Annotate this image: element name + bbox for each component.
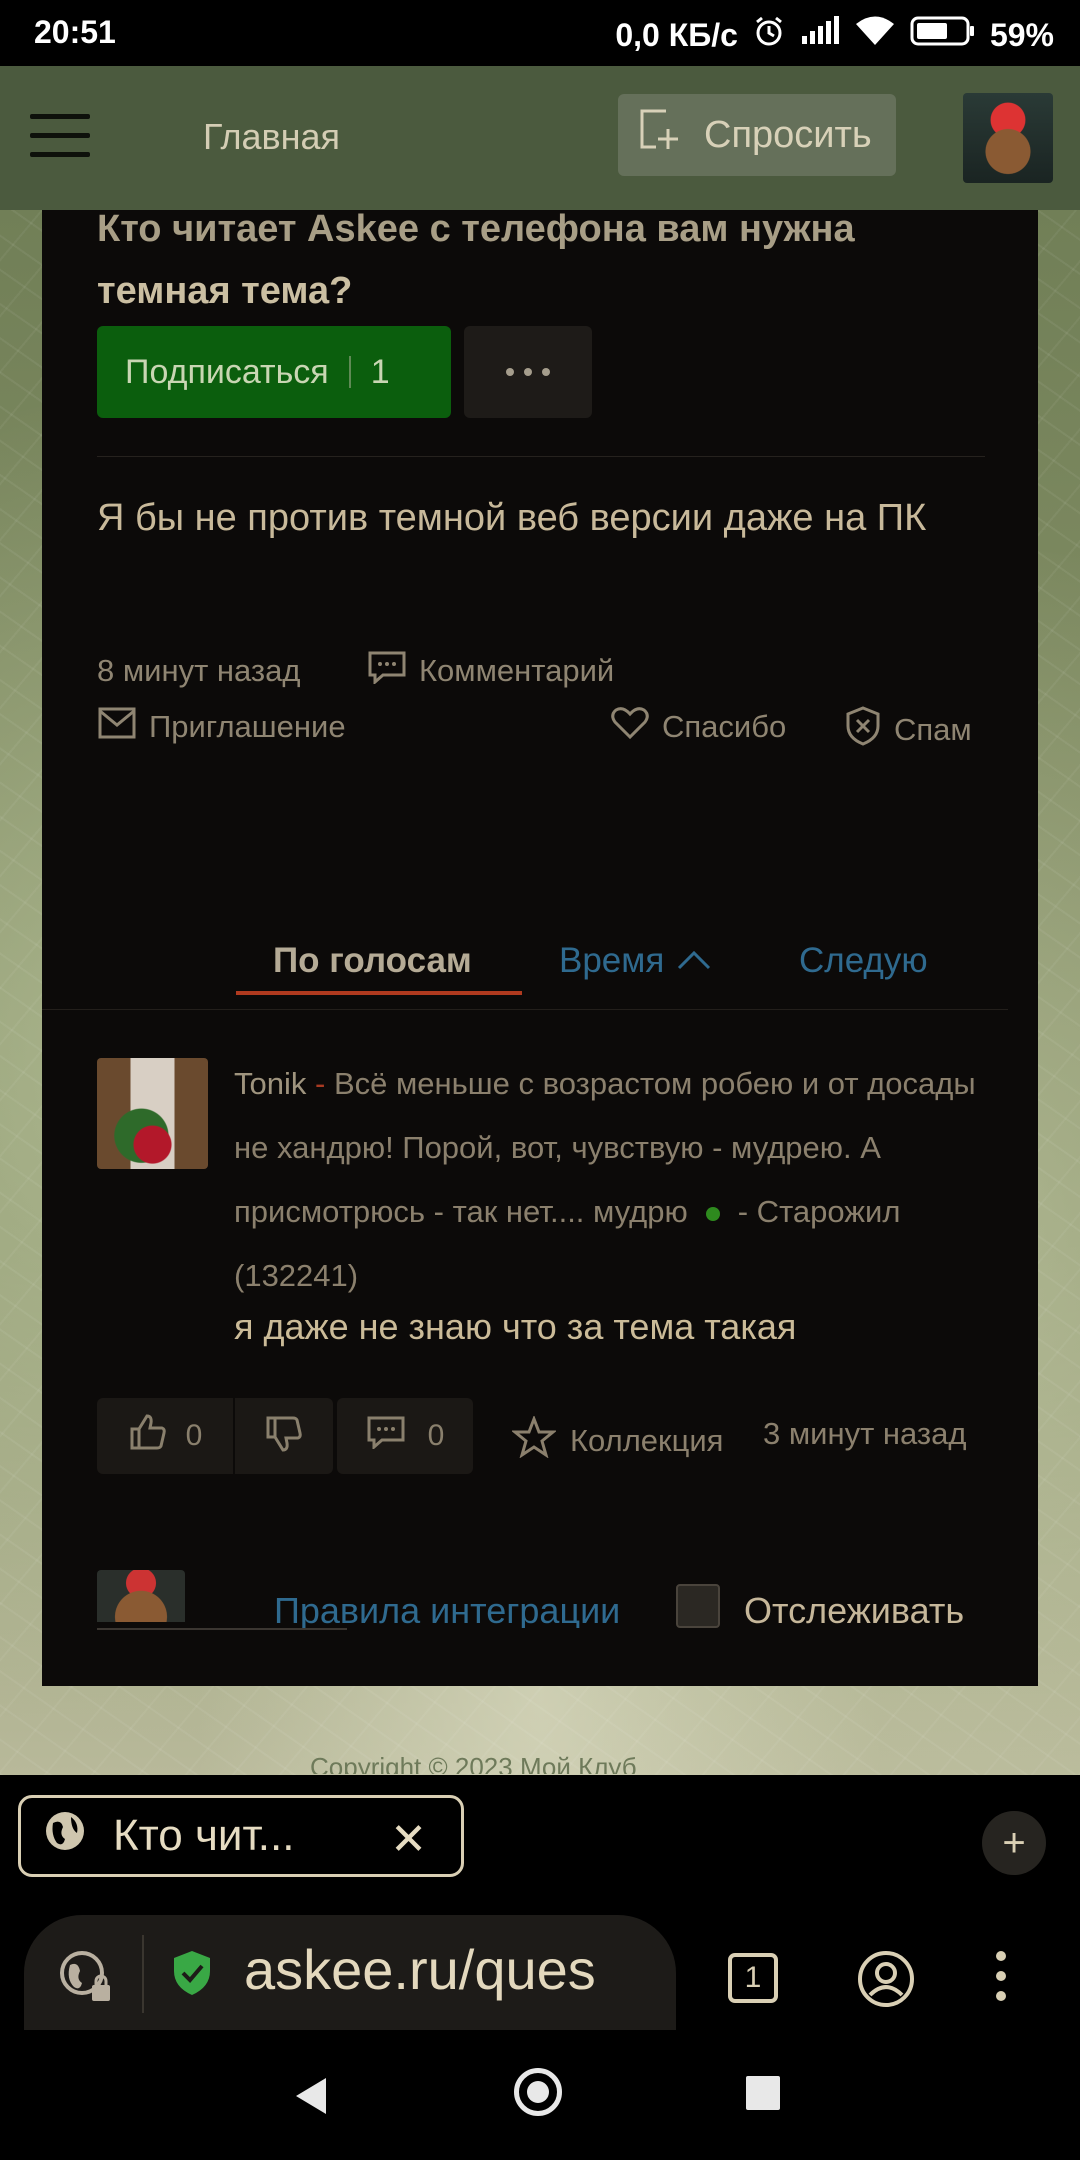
globe-icon [43, 1809, 87, 1864]
input-underline [97, 1628, 347, 1630]
comment-header: Tonik - Всё меньше с возрастом робею и о… [234, 1052, 1004, 1308]
battery-icon [910, 15, 976, 55]
ask-button-label: Спросить [704, 113, 872, 156]
collection-label: Коллекция [570, 1423, 724, 1458]
home-link[interactable]: Главная [203, 116, 340, 158]
author-dash: - [315, 1066, 326, 1101]
rules-link[interactable]: Правила интеграции [274, 1590, 620, 1628]
app-header: Главная Спросить [0, 66, 1080, 210]
url-divider [142, 1935, 144, 2013]
profile-icon[interactable] [856, 1949, 916, 2014]
comment-author-avatar[interactable] [97, 1058, 208, 1169]
active-tab-underline [236, 991, 522, 995]
question-title-line2: темная тема? [97, 270, 353, 312]
track-label: Отслеживать [744, 1590, 965, 1628]
tab-by-time-label: Время [559, 941, 665, 980]
tab-count-button[interactable]: 1 [728, 1953, 778, 2003]
wifi-icon [854, 15, 896, 55]
url-text: askee.ru/ques [244, 1938, 596, 2001]
more-options-button[interactable] [464, 326, 592, 418]
chevron-up-icon [676, 941, 712, 981]
thanks-label: Спасибо [662, 709, 787, 744]
site-info-icon[interactable] [56, 1947, 116, 2012]
like-button[interactable]: 0 [97, 1398, 233, 1474]
envelope-icon [97, 706, 137, 748]
home-icon[interactable] [514, 2068, 562, 2116]
reply-count: 0 [427, 1419, 445, 1452]
answer-time-text: 8 минут назад [97, 653, 301, 688]
divider [42, 1009, 1008, 1010]
comment-action[interactable]: Комментарий [367, 650, 614, 692]
hamburger-menu-icon[interactable] [30, 114, 90, 160]
tab-by-votes[interactable]: По голосам [273, 941, 472, 981]
battery-percent: 59% [989, 16, 1054, 53]
thumbs-up-icon [128, 1412, 168, 1460]
invite-label: Приглашение [149, 709, 346, 744]
network-speed: 0,0 КБ/с [615, 16, 738, 53]
thumbs-down-icon [264, 1414, 304, 1459]
status-right: 0,0 КБ/с 59% [615, 14, 1054, 56]
browser-tab[interactable]: Кто чит... ✕ [18, 1795, 464, 1877]
status-time: 20:51 [34, 14, 116, 50]
comment-label: Комментарий [419, 653, 615, 688]
status-bar: 20:51 0,0 КБ/с 59% [0, 0, 1080, 66]
replies-button[interactable]: 0 [337, 1398, 473, 1474]
user-avatar[interactable] [963, 93, 1053, 183]
question-card: Кто читает Askee с телефона вам нужна те… [42, 208, 1038, 1686]
clover-icon [705, 1206, 720, 1221]
dislike-button[interactable] [235, 1398, 333, 1474]
back-icon[interactable] [294, 2076, 328, 2121]
close-tab-icon[interactable]: ✕ [390, 1814, 427, 1865]
like-count: 0 [185, 1419, 203, 1452]
thanks-action[interactable]: Спасибо [610, 706, 786, 748]
subscribe-button[interactable]: Подписаться 1 [97, 326, 451, 418]
tab-following[interactable]: Следую [799, 941, 928, 981]
ask-plus-icon [636, 107, 682, 163]
comment-author[interactable]: Tonik [234, 1066, 306, 1101]
subscribe-label: Подписаться [125, 352, 329, 391]
comment-bubble-icon [366, 1415, 406, 1457]
secure-shield-icon [170, 1949, 214, 2002]
browser-tab-title: Кто чит... [113, 1811, 295, 1860]
question-title-line1: Кто читает Askee с телефона вам нужна [97, 208, 855, 250]
comment-body: я даже не знаю что за тема такая [234, 1306, 797, 1347]
heart-icon [610, 706, 650, 748]
browser-chrome: Кто чит... ✕ + askee.ru/ques 1 [0, 1775, 1080, 2031]
system-nav-bar [0, 2030, 1080, 2160]
subscribe-count: 1 [370, 352, 390, 391]
track-checkbox[interactable] [676, 1584, 720, 1628]
divider [97, 456, 985, 457]
recent-apps-icon[interactable] [746, 2076, 780, 2110]
comment-icon [367, 650, 407, 692]
star-icon [510, 1414, 558, 1466]
subscribe-separator [348, 356, 351, 388]
current-user-avatar[interactable] [97, 1570, 185, 1622]
shield-x-icon [844, 706, 882, 754]
ask-button[interactable]: Спросить [618, 94, 896, 176]
tab-by-time[interactable]: Время [559, 941, 712, 981]
invite-action[interactable]: Приглашение [97, 706, 346, 748]
answer-text: Я бы не против темной веб версии даже на… [97, 497, 927, 539]
spam-label: Спам [894, 712, 972, 747]
question-title: Кто читает Askee с телефона вам нужна те… [97, 198, 997, 322]
copyright-text: Copyright © 2023 Мой Клуб [310, 1752, 637, 1774]
vote-box: 0 [97, 1398, 333, 1474]
answer-time: 8 минут назад [97, 653, 300, 689]
new-tab-button[interactable]: + [982, 1811, 1046, 1875]
url-bar[interactable]: askee.ru/ques [24, 1915, 676, 2031]
collection-button[interactable]: Коллекция [510, 1414, 724, 1466]
signal-icon [800, 16, 840, 54]
browser-menu-icon[interactable] [996, 1951, 1006, 2001]
alarm-icon [752, 14, 786, 56]
comment-time: 3 минут назад [763, 1416, 967, 1451]
spam-action[interactable]: Спам [844, 706, 972, 754]
